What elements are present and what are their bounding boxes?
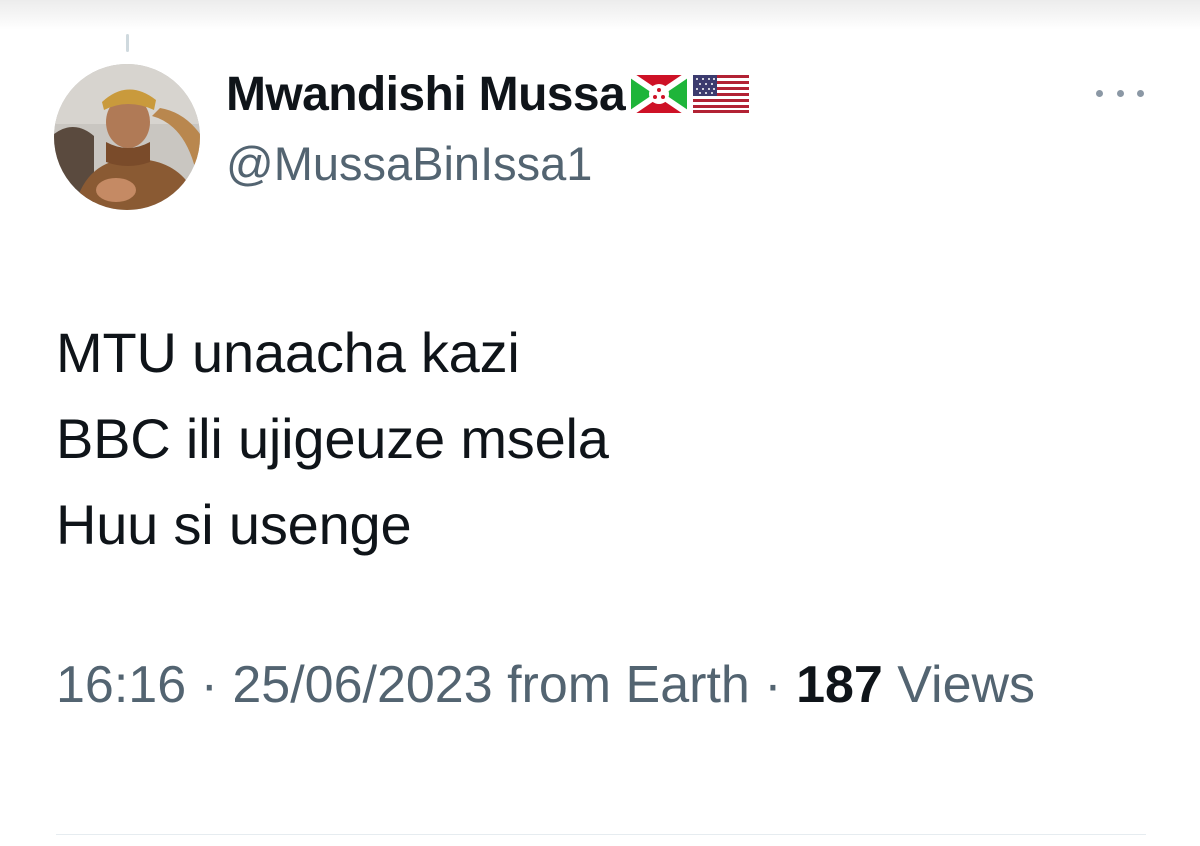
divider [56,834,1146,835]
avatar[interactable] [54,64,200,210]
views-count[interactable]: 187 [796,656,883,714]
tweet-line: BBC ili ujigeuze msela [56,407,609,470]
separator-dot: · [764,656,782,714]
thread-connector-line [126,34,129,52]
burundi-flag-icon [629,72,689,116]
tweet-line: MTU unaacha kazi [56,321,520,384]
display-name[interactable]: Mwandishi Mussa [226,67,626,122]
more-dot [1137,89,1144,97]
more-dot [1116,89,1124,97]
top-edge-shadow [0,0,1200,30]
author-handle[interactable]: @MussaBinIssa1 [226,136,592,191]
tweet-date[interactable]: 25/06/2023 [232,656,492,714]
us-flag-icon [693,75,750,113]
tweet-text: MTU unaacha kazi BBC ili ujigeuze msela … [56,310,609,568]
author-name-row[interactable]: Mwandishi Mussa [226,64,750,124]
avatar-photo [54,64,200,210]
views-label[interactable]: Views [897,656,1035,714]
tweet-line: Huu si usenge [56,493,412,556]
more-dot [1096,89,1103,97]
separator-dot: · [200,656,218,714]
tweet-time[interactable]: 16:16 [56,656,186,714]
tweet-metadata: 16:16 · 25/06/2023 from Earth · 187 View… [56,646,1136,724]
more-options-icon[interactable] [1096,78,1144,108]
tweet-source: from Earth [507,656,750,714]
